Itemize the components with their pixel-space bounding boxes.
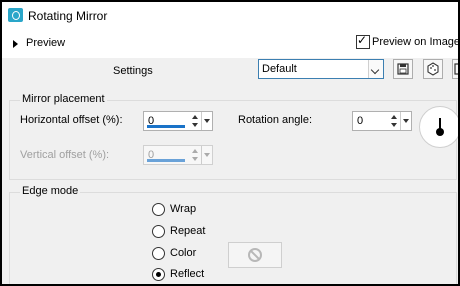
chevron-down-icon[interactable] bbox=[201, 112, 212, 130]
dial-center-icon bbox=[436, 128, 444, 136]
randomize-button[interactable] bbox=[423, 59, 443, 79]
edge-mode-group: Edge mode bbox=[9, 185, 457, 284]
wrap-radio[interactable] bbox=[152, 203, 165, 216]
prohibited-icon bbox=[248, 248, 262, 262]
color-label[interactable]: Color bbox=[170, 247, 196, 259]
preset-select[interactable]: Default bbox=[258, 59, 384, 79]
reflect-radio[interactable] bbox=[152, 268, 165, 281]
reflect-label[interactable]: Reflect bbox=[170, 268, 204, 280]
vertical-offset-slider bbox=[147, 159, 185, 162]
wrap-label[interactable]: Wrap bbox=[170, 203, 196, 215]
title-bar: Rotating Mirror bbox=[2, 2, 458, 30]
edge-color-swatch bbox=[228, 242, 282, 268]
preview-on-image-label[interactable]: Preview on Image bbox=[372, 36, 458, 48]
chevron-down-icon[interactable] bbox=[368, 60, 383, 78]
app-icon bbox=[8, 8, 23, 22]
chevron-down-icon[interactable] bbox=[400, 112, 411, 130]
spin-arrows-icon[interactable] bbox=[390, 113, 399, 129]
reset-icon bbox=[454, 63, 458, 75]
settings-label: Settings bbox=[113, 65, 153, 77]
preview-on-image-checkbox[interactable] bbox=[356, 33, 370, 49]
mirror-placement-title: Mirror placement bbox=[20, 93, 107, 105]
save-icon bbox=[397, 63, 409, 75]
reset-button[interactable] bbox=[452, 59, 458, 79]
repeat-radio[interactable] bbox=[152, 225, 165, 238]
expand-triangle-icon[interactable] bbox=[13, 40, 18, 48]
repeat-label[interactable]: Repeat bbox=[170, 225, 205, 237]
spin-arrows-icon bbox=[191, 147, 200, 163]
window-title: Rotating Mirror bbox=[28, 9, 108, 23]
spin-arrows-icon[interactable] bbox=[191, 113, 200, 129]
rotation-dial[interactable] bbox=[419, 106, 458, 148]
preset-select-value: Default bbox=[262, 63, 297, 75]
rotation-angle-label: Rotation angle: bbox=[238, 114, 312, 126]
color-radio[interactable] bbox=[152, 247, 165, 260]
preview-toggle-label[interactable]: Preview bbox=[26, 37, 65, 49]
vertical-offset-stepper: 0 bbox=[143, 145, 213, 165]
chevron-down-icon bbox=[201, 146, 212, 164]
horizontal-offset-slider[interactable] bbox=[147, 125, 185, 128]
rotation-angle-value[interactable]: 0 bbox=[357, 115, 363, 127]
vertical-offset-label: Vertical offset (%): bbox=[20, 149, 110, 161]
edge-mode-title: Edge mode bbox=[20, 185, 81, 197]
horizontal-offset-stepper[interactable]: 0 bbox=[143, 111, 213, 131]
save-preset-button[interactable] bbox=[393, 59, 413, 79]
horizontal-offset-label: Horizontal offset (%): bbox=[20, 114, 123, 126]
preview-row: Preview Preview on Image bbox=[2, 30, 458, 58]
dialog-window: Rotating Mirror Preview Preview on Image… bbox=[0, 0, 460, 286]
randomize-icon bbox=[427, 62, 439, 76]
rotation-angle-stepper[interactable]: 0 bbox=[352, 111, 412, 131]
